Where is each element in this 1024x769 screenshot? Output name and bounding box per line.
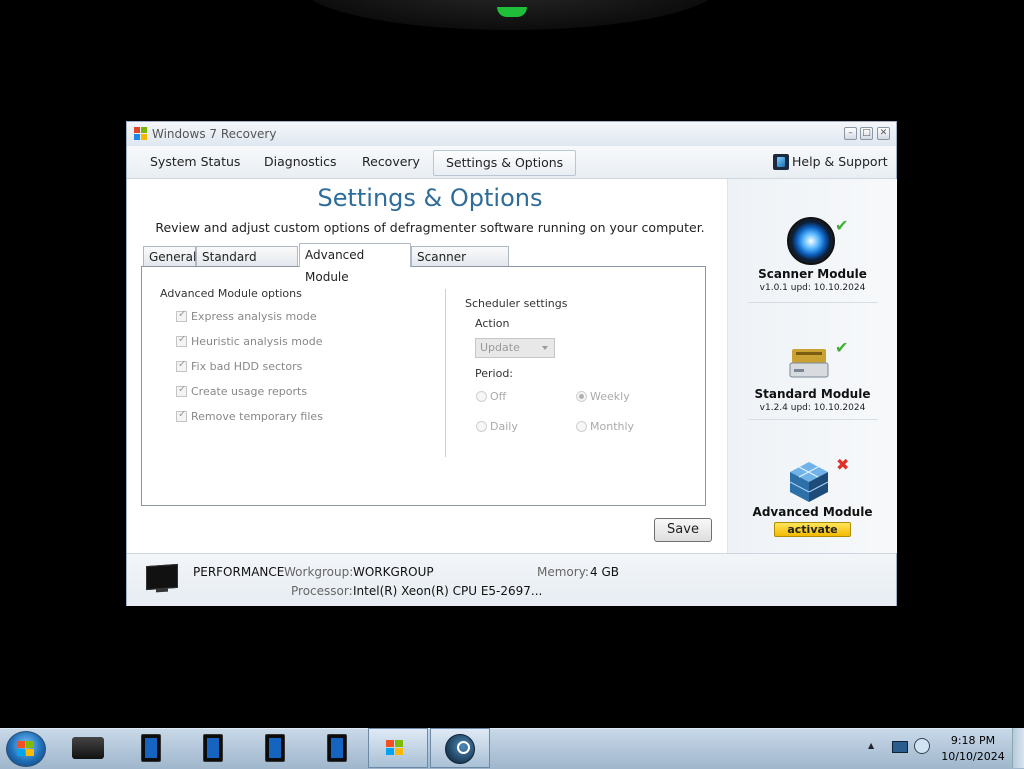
tablet-icon: [141, 734, 161, 762]
window-title: Windows 7 Recovery: [152, 127, 277, 141]
tab-general[interactable]: General: [143, 246, 196, 266]
modules-sidebar: ✔ Scanner Module v1.0.1 upd: 10.10.2024 …: [727, 179, 897, 553]
checkbox-heuristic-analysis[interactable]: [176, 334, 187, 347]
module-version: v1.2.4 upd: 10.10.2024: [759, 403, 866, 413]
radio-off[interactable]: [476, 391, 487, 402]
save-button[interactable]: Save: [654, 518, 712, 542]
checkbox-fix-bad-sectors[interactable]: [176, 359, 187, 372]
module-version: v1.0.1 upd: 10.10.2024: [759, 283, 866, 293]
scheduler-title: Scheduler settings: [465, 297, 568, 310]
radio-label: Daily: [490, 420, 518, 433]
action-select-value: Update: [480, 341, 520, 354]
nav-recovery[interactable]: Recovery: [362, 146, 420, 178]
clock-time[interactable]: 9:18 PM: [937, 734, 1009, 747]
close-button[interactable]: ✕: [877, 127, 890, 140]
windows-logo-icon: [17, 741, 35, 757]
radio-label: Weekly: [590, 390, 630, 403]
maximize-button[interactable]: □: [860, 127, 873, 140]
tab-scanner-module[interactable]: Scanner Module: [411, 246, 509, 284]
tab-standard-module[interactable]: Standard Module: [196, 246, 298, 284]
processor-value: Intel(R) Xeon(R) CPU E5-2697...: [353, 584, 543, 598]
taskbar-tablet-app[interactable]: [182, 728, 242, 768]
settings-panel: Settings & Options Review and adjust cus…: [127, 179, 727, 553]
volume-icon[interactable]: [914, 738, 930, 754]
workgroup-value: WORKGROUP: [353, 565, 434, 579]
page-subtitle: Review and adjust custom options of defr…: [155, 220, 705, 235]
sidebar-divider: [748, 419, 878, 420]
scanner-module-icon: [787, 217, 835, 265]
tablet-icon: [265, 734, 285, 762]
clock-date[interactable]: 10/10/2024: [937, 750, 1009, 763]
hard-drive-icon: [789, 349, 829, 378]
nav-diagnostics[interactable]: Diagnostics: [264, 146, 337, 178]
main-nav: System Status Diagnostics Recovery Setti…: [127, 146, 896, 179]
nav-settings-options[interactable]: Settings & Options: [433, 150, 577, 176]
option-label: Remove temporary files: [191, 410, 323, 423]
options-title: Advanced Module options: [160, 287, 302, 300]
check-icon: ✔: [835, 338, 849, 357]
tablet-icon: [203, 734, 223, 762]
option-label: Create usage reports: [191, 385, 308, 398]
tray-expand-icon[interactable]: ▲: [868, 741, 874, 750]
checkbox-usage-reports[interactable]: [176, 384, 187, 397]
module-name: Standard Module: [754, 387, 871, 401]
help-icon[interactable]: [773, 154, 789, 170]
windows-logo-icon: [134, 127, 147, 140]
windows-logo-icon: [386, 740, 404, 756]
processor-label: Processor:: [291, 584, 353, 598]
check-icon: ✔: [835, 216, 849, 235]
minimize-button[interactable]: –: [844, 127, 857, 140]
show-desktop-button[interactable]: [1012, 728, 1024, 768]
taskbar-recovery-app[interactable]: [368, 728, 428, 768]
period-label: Period:: [475, 367, 514, 380]
x-icon: ✖: [836, 455, 850, 474]
start-button[interactable]: [6, 731, 46, 767]
taskbar-tablet-app[interactable]: [306, 728, 366, 768]
radio-label: Monthly: [590, 420, 635, 433]
steam-icon: [445, 734, 475, 764]
taskbar-printer-app[interactable]: [58, 728, 118, 768]
status-bar: PERFORMANCE Workgroup: WORKGROUP Memory:…: [127, 553, 896, 606]
taskbar-tablet-app[interactable]: [120, 728, 180, 768]
title-bar[interactable]: Windows 7 Recovery – □ ✕: [127, 122, 896, 147]
radio-weekly[interactable]: [576, 391, 587, 402]
monitor-icon: [146, 563, 178, 591]
memory-value: 4 GB: [590, 565, 619, 579]
printer-icon: [72, 737, 104, 759]
option-label: Express analysis mode: [191, 310, 317, 323]
module-name: Advanced Module: [752, 505, 873, 519]
checkbox-remove-temp-files[interactable]: [176, 409, 187, 422]
activate-button[interactable]: activate: [774, 522, 851, 537]
taskbar-tablet-app[interactable]: [244, 728, 304, 768]
radio-daily[interactable]: [476, 421, 487, 432]
taskbar-steam-app[interactable]: [430, 728, 490, 768]
tab-advanced-module[interactable]: Advanced Module: [299, 243, 411, 284]
recovery-window: Windows 7 Recovery – □ ✕ System Status D…: [126, 121, 897, 606]
status-label: PERFORMANCE: [193, 565, 285, 579]
panel-divider: [445, 289, 446, 457]
option-label: Heuristic analysis mode: [191, 335, 323, 348]
chevron-down-icon: [542, 346, 548, 350]
option-label: Fix bad HDD sectors: [191, 360, 303, 373]
tablet-icon: [327, 734, 347, 762]
radio-monthly[interactable]: [576, 421, 587, 432]
module-name: Scanner Module: [758, 267, 867, 281]
nav-help-support[interactable]: Help & Support: [792, 146, 888, 178]
advanced-module-panel: Advanced Module options Express analysis…: [141, 266, 706, 506]
network-icon[interactable]: [892, 741, 908, 753]
action-label: Action: [475, 317, 510, 330]
radio-label: Off: [490, 390, 507, 403]
memory-label: Memory:: [537, 565, 589, 579]
page-title: Settings & Options: [317, 184, 543, 212]
action-select[interactable]: Update: [475, 338, 555, 358]
workgroup-label: Workgroup:: [284, 565, 354, 579]
checkbox-express-analysis[interactable]: [176, 309, 187, 322]
sidebar-divider: [748, 302, 878, 303]
cube-module-icon: [789, 462, 829, 502]
nav-system-status[interactable]: System Status: [150, 146, 240, 178]
